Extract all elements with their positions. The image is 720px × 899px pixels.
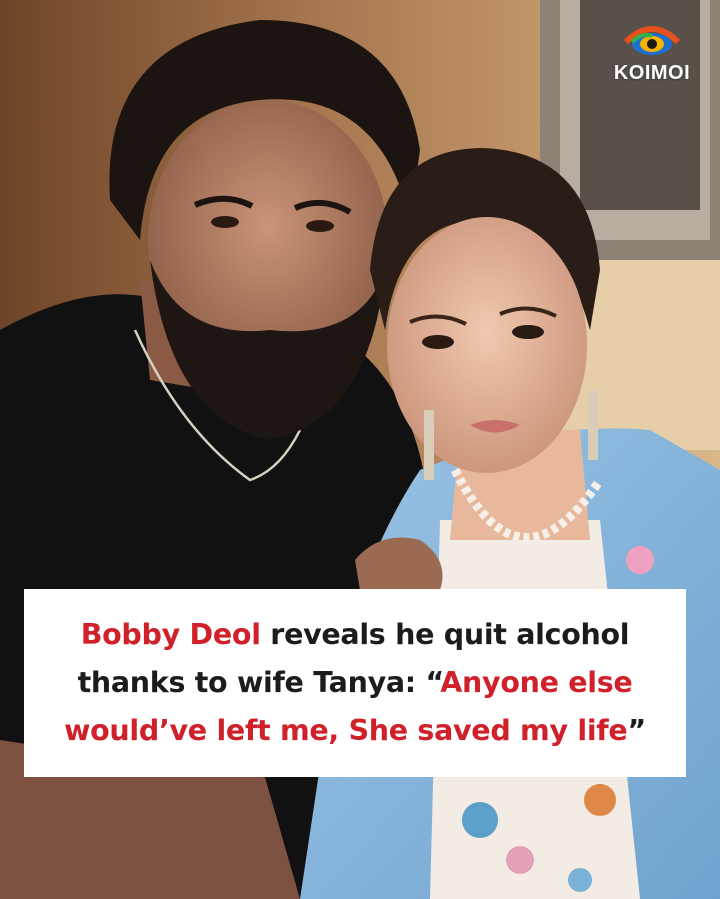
headline-quote-close: ” xyxy=(627,714,646,747)
headline-text-2: thanks to wife Tanya: “ xyxy=(77,666,441,699)
koimoi-eye-logo-icon xyxy=(623,26,681,55)
headline-quote-1: Anyone else xyxy=(440,666,633,699)
headline-quote-2: would’ve left me, She saved my life xyxy=(64,714,628,747)
headline: Bobby Deol reveals he quit alcohol thank… xyxy=(64,611,646,755)
brand-name: KOIMOI xyxy=(613,62,691,84)
koimoi-logo: KOIMOI xyxy=(602,22,702,92)
headline-card: Bobby Deol reveals he quit alcohol thank… xyxy=(24,589,686,777)
headline-name: Bobby Deol xyxy=(80,618,261,651)
post-image: KOIMOI Bobby Deol reveals he quit alcoho… xyxy=(0,0,720,899)
headline-text-1: reveals he quit alcohol xyxy=(260,618,630,651)
